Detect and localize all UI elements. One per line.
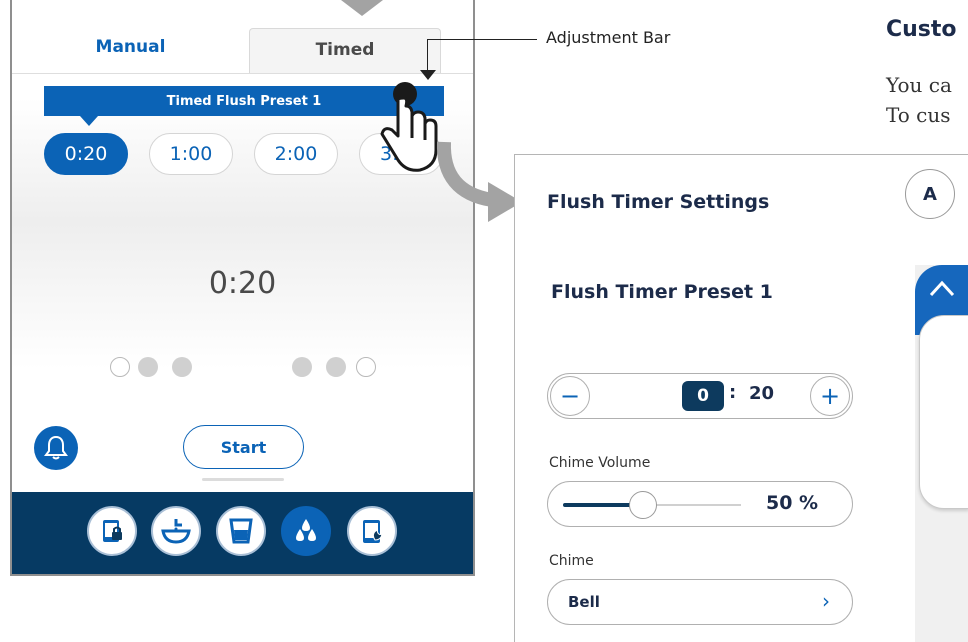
chime-volume-label: Chime Volume	[549, 455, 651, 471]
increment-button[interactable]: +	[810, 376, 850, 416]
tab-manual[interactable]: Manual	[12, 20, 249, 74]
sleep-tablet-icon	[363, 520, 383, 543]
tab-timed[interactable]: Timed	[249, 28, 441, 74]
pointer-arrow-icon	[341, 0, 383, 16]
bell-button[interactable]	[34, 426, 78, 470]
volume-value: 50 %	[766, 492, 819, 514]
chime-value: Bell	[568, 593, 600, 611]
nav-faucet-button[interactable]	[151, 506, 201, 556]
body-text-line: You ca	[886, 73, 952, 97]
time-separator: :	[729, 382, 737, 403]
adjustment-bar-label: Adjustment Bar	[546, 28, 671, 47]
cup-fill-icon	[229, 518, 253, 544]
indicator-dot	[138, 357, 158, 377]
preset-chip-2[interactable]: 1:00	[149, 133, 233, 175]
nav-cup-button[interactable]	[216, 506, 266, 556]
bottom-nav-bar	[12, 492, 473, 574]
chevron-right-icon: ›	[822, 589, 830, 613]
section-heading: Custo	[886, 17, 957, 42]
indicator-dot	[356, 357, 376, 377]
seconds-field[interactable]: 20	[749, 383, 774, 404]
indicator-dot	[292, 357, 312, 377]
chime-select[interactable]: Bell ›	[547, 579, 853, 625]
bell-icon	[44, 435, 68, 460]
callout-line	[427, 39, 537, 40]
chime-label: Chime	[549, 553, 594, 569]
nav-sleep-button[interactable]	[347, 506, 397, 556]
lock-tablet-icon	[103, 520, 122, 542]
preset-chip-3[interactable]: 2:00	[254, 133, 338, 175]
timer-display: 0:20	[208, 266, 277, 301]
chevron-up-icon	[929, 280, 955, 297]
decrement-button[interactable]: −	[550, 376, 590, 416]
profile-a-button[interactable]: A	[905, 169, 955, 219]
chime-volume-slider[interactable]: 50 %	[547, 481, 853, 527]
indicator-dot	[110, 357, 130, 377]
minutes-field[interactable]: 0	[682, 381, 724, 411]
preset-chip-1[interactable]: 0:20	[44, 133, 128, 175]
indicator-dot	[172, 357, 192, 377]
nav-water-button[interactable]	[281, 506, 331, 556]
panel-title: Flush Timer Settings	[547, 191, 770, 213]
indicator-dot	[326, 357, 346, 377]
nav-lock-button[interactable]	[87, 506, 137, 556]
flush-timer-settings-panel: Flush Timer Settings A Flush Timer Prese…	[514, 154, 968, 642]
callout-line	[427, 39, 428, 73]
preset-tooltip-label: Timed Flush Preset 1	[166, 93, 322, 109]
faucet-basin-icon	[161, 519, 191, 544]
slider-track	[645, 504, 741, 506]
preset-heading: Flush Timer Preset 1	[551, 281, 773, 303]
start-underline	[202, 478, 284, 481]
start-button[interactable]: Start	[183, 425, 304, 469]
time-stepper: − 0 : 20 +	[547, 373, 853, 419]
slider-thumb[interactable]	[629, 491, 657, 519]
water-drops-icon	[296, 519, 316, 541]
scroll-thumb[interactable]	[919, 315, 968, 509]
body-text-line: To cus	[886, 103, 951, 127]
